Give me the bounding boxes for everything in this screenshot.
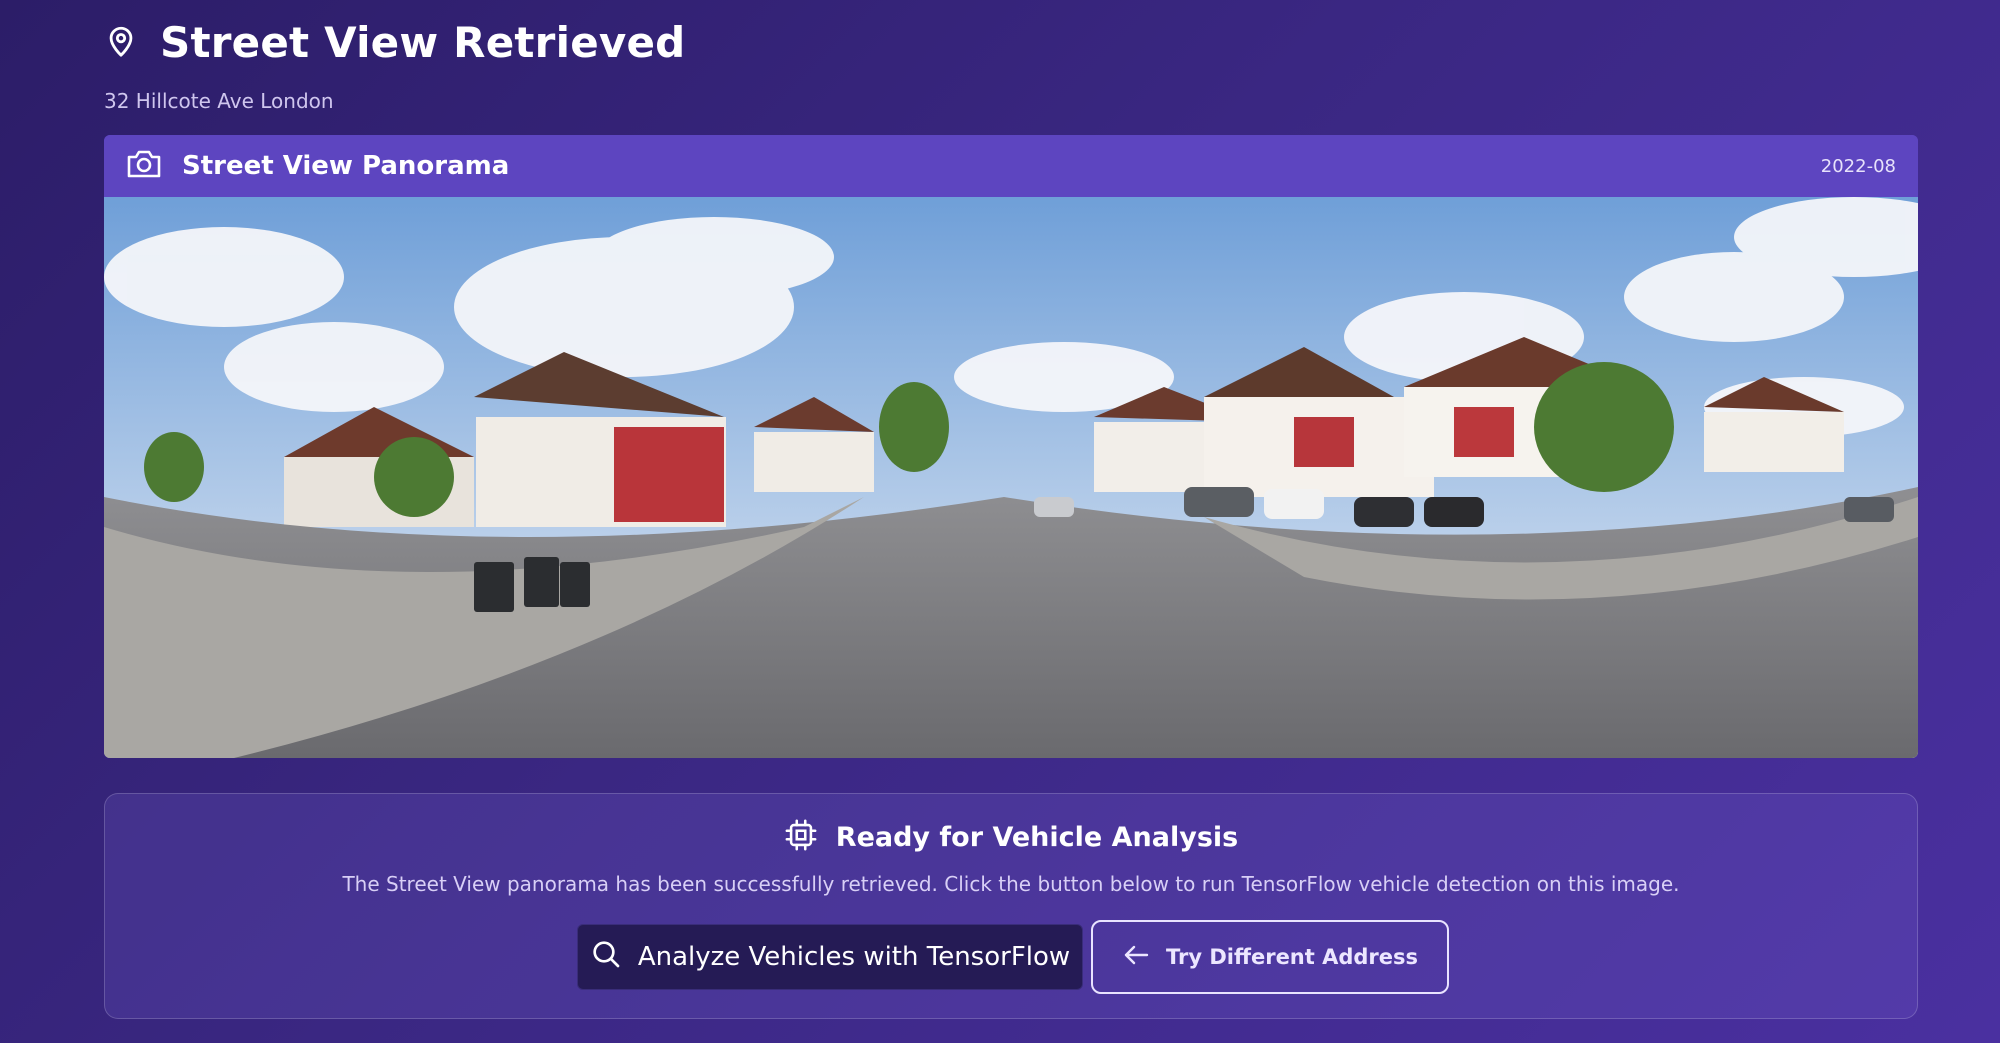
action-buttons: Analyze Vehicles with TensorFlow Try Dif…	[105, 920, 1917, 994]
camera-icon	[126, 148, 182, 184]
address-subtitle: 32 Hillcote Ave London	[104, 89, 334, 113]
panorama-date: 2022-08	[1820, 155, 1896, 177]
analysis-title: Ready for Vehicle Analysis	[835, 821, 1239, 853]
vehicle-analysis-card: Ready for Vehicle Analysis The Street Vi…	[104, 793, 1918, 1019]
analyze-button-label: Analyze Vehicles with TensorFlow	[637, 942, 1071, 972]
try-button-label: Try Different Address	[1165, 945, 1419, 969]
wheelie-bins	[474, 557, 590, 612]
page-header: Street View Retrieved 32 Hillcote Ave Lo…	[104, 18, 685, 113]
title-row: Street View Retrieved	[104, 18, 685, 67]
panorama-card: Street View Panorama 2022-08	[104, 135, 1918, 758]
map-pin-icon	[104, 24, 138, 62]
panorama-header: Street View Panorama 2022-08	[104, 135, 1918, 197]
analysis-description: The Street View panorama has been succes…	[342, 872, 1680, 896]
try-different-address-button[interactable]: Try Different Address	[1091, 920, 1449, 994]
street-view-panorama-image[interactable]	[104, 197, 1918, 758]
analyze-vehicles-button[interactable]: Analyze Vehicles with TensorFlow	[577, 924, 1083, 990]
page-title: Street View Retrieved	[160, 18, 686, 67]
cpu-chip-icon	[784, 818, 818, 856]
search-icon	[590, 938, 622, 977]
analysis-title-row: Ready for Vehicle Analysis	[105, 818, 1917, 856]
panorama-title: Street View Panorama	[182, 151, 510, 181]
arrow-left-icon	[1122, 943, 1150, 972]
